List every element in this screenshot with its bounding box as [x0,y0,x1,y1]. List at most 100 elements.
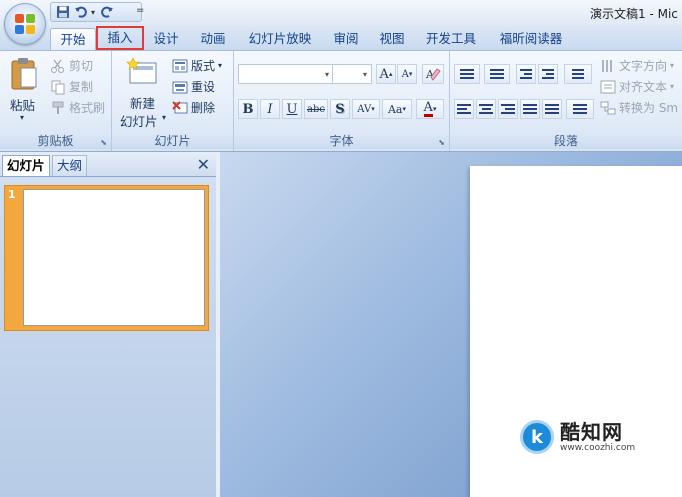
char-spacing-label: AV [357,103,372,115]
format-painter-button[interactable]: 格式刷 [50,99,105,116]
scissors-icon [50,58,66,74]
tab-foxit[interactable]: 福昕阅读器 [490,28,572,50]
copy-icon [50,79,66,95]
tab-slideshow[interactable]: 幻灯片放映 [240,28,320,50]
cut-button[interactable]: 剪切 [50,57,93,74]
tab-insert[interactable]: 插入 [96,26,144,50]
change-case-label: Aa [387,102,403,116]
italic-button[interactable]: I [260,99,280,119]
text-direction-dropdown-icon: ▾ [670,61,675,70]
text-shadow-button[interactable]: S [330,99,350,119]
clear-formatting-icon: A [425,68,441,81]
clipboard-group: 粘贴 ▾ 剪切 复制 格式刷 剪贴板 ⬊ [0,51,112,151]
numbering-button[interactable] [484,64,510,84]
bullets-button[interactable] [454,64,480,84]
office-button[interactable] [4,3,46,45]
layout-icon [172,58,188,74]
layout-button[interactable]: 版式 ▾ [172,57,222,74]
font-group: ▾ ▾ A ▴ A ▾ A B I U abc S AV ▾ Aa ▾ A ▾ 字体 ⬊ [234,51,450,151]
slides-group-label: 幻灯片 [112,133,233,149]
paste-button[interactable]: 粘贴 ▾ [6,55,42,127]
tab-outline[interactable]: 大纲 [52,155,88,176]
font-color-button[interactable]: A ▾ [416,99,444,119]
new-slide-icon [126,57,157,84]
font-launcher-icon[interactable]: ⬊ [438,138,445,147]
watermark: k 酷知网 www.coozhi.com [520,420,635,454]
grow-font-label: A [379,66,389,82]
new-slide-button[interactable]: 新建 幻灯片 ▾ [118,55,170,129]
format-painter-label: 格式刷 [69,101,106,115]
convert-smartart-button[interactable]: 转换为 Sm [600,99,678,116]
new-slide-label-2: 幻灯片 [120,114,158,129]
font-size-combo[interactable]: ▾ [332,64,372,84]
watermark-url: www.coozhi.com [560,442,636,453]
grow-font-button[interactable]: A ▴ [376,64,396,84]
slides-pane-tabs: 幻灯片 大纲 ✕ [0,152,216,177]
tab-design[interactable]: 设计 [146,28,186,50]
tab-slides[interactable]: 幻灯片 [2,155,50,176]
layout-label: 版式 [191,59,216,73]
text-direction-label: 文字方向 [619,59,668,73]
underline-button[interactable]: U [282,99,302,119]
customize-qat-button[interactable]: = [136,5,144,16]
delete-label: 删除 [191,101,216,115]
paste-icon [11,58,37,90]
slides-pane: 幻灯片 大纲 ✕ 1 [0,152,216,497]
align-text-button[interactable]: 对齐文本 ▾ [600,78,674,95]
tab-view[interactable]: 视图 [372,28,412,50]
undo-icon[interactable] [73,4,89,20]
align-text-dropdown-icon: ▾ [670,82,675,91]
shrink-font-button[interactable]: A ▾ [397,64,417,84]
redo-icon[interactable] [99,4,115,20]
quick-access-toolbar: ▾ [50,2,142,22]
increase-indent-button[interactable] [538,64,558,84]
ribbon: 粘贴 ▾ 剪切 复制 格式刷 剪贴板 ⬊ 新建 幻灯片 ▾ 版式 ▾ 重设 删除… [0,50,682,152]
change-case-button[interactable]: Aa ▾ [382,99,412,119]
clipboard-group-label: 剪贴板 [0,133,111,149]
bold-button[interactable]: B [238,99,258,119]
slide-thumbnail-selected[interactable]: 1 [4,185,209,331]
new-slide-dropdown-icon: ▾ [162,113,167,122]
align-left-button[interactable] [454,99,474,119]
slide-number: 1 [8,188,16,201]
title-bar: ▾ = 演示文稿1 - Mic [0,0,682,26]
clipboard-launcher-icon[interactable]: ⬊ [100,138,107,147]
paste-label: 粘贴 [10,98,36,113]
text-direction-button[interactable]: 文字方向 ▾ [600,57,674,74]
char-spacing-button[interactable]: AV ▾ [352,99,380,119]
paragraph-group: 文字方向 ▾ 对齐文本 ▾ 转换为 Sm 段落 [450,51,682,151]
format-painter-icon [50,100,66,116]
decrease-indent-button[interactable] [516,64,536,84]
distribute-button[interactable] [542,99,562,119]
watermark-name: 酷知网 [560,419,623,444]
align-center-button[interactable] [476,99,496,119]
clear-formatting-button[interactable]: A [422,64,444,84]
convert-smartart-label: 转换为 Sm [619,101,679,115]
justify-button[interactable] [520,99,540,119]
columns-button[interactable] [566,99,594,119]
watermark-logo: k [520,420,554,454]
undo-dropdown-icon[interactable]: ▾ [91,8,97,17]
delete-slide-button[interactable]: 删除 [172,99,215,116]
copy-label: 复制 [69,80,94,94]
line-spacing-button[interactable] [564,64,592,84]
window-title: 演示文稿1 - Mic [590,7,678,21]
close-icon[interactable]: ✕ [197,155,210,174]
align-text-icon [600,79,616,95]
slide-thumbnail[interactable] [23,189,205,326]
copy-button[interactable]: 复制 [50,78,93,95]
tab-developer[interactable]: 开发工具 [418,28,484,50]
slides-group: 新建 幻灯片 ▾ 版式 ▾ 重设 删除 幻灯片 [112,51,234,151]
strikethrough-button[interactable]: abc [304,99,328,119]
delete-slide-icon [172,100,188,116]
tab-animation[interactable]: 动画 [192,28,234,50]
layout-dropdown-icon: ▾ [218,61,223,70]
save-icon[interactable] [55,4,71,20]
reset-button[interactable]: 重设 [172,78,215,95]
align-right-button[interactable] [498,99,518,119]
font-name-combo[interactable]: ▾ [238,64,334,84]
reset-label: 重设 [191,80,216,94]
tab-home[interactable]: 开始 [50,28,96,50]
office-logo-icon [15,14,35,34]
tab-review[interactable]: 审阅 [326,28,366,50]
